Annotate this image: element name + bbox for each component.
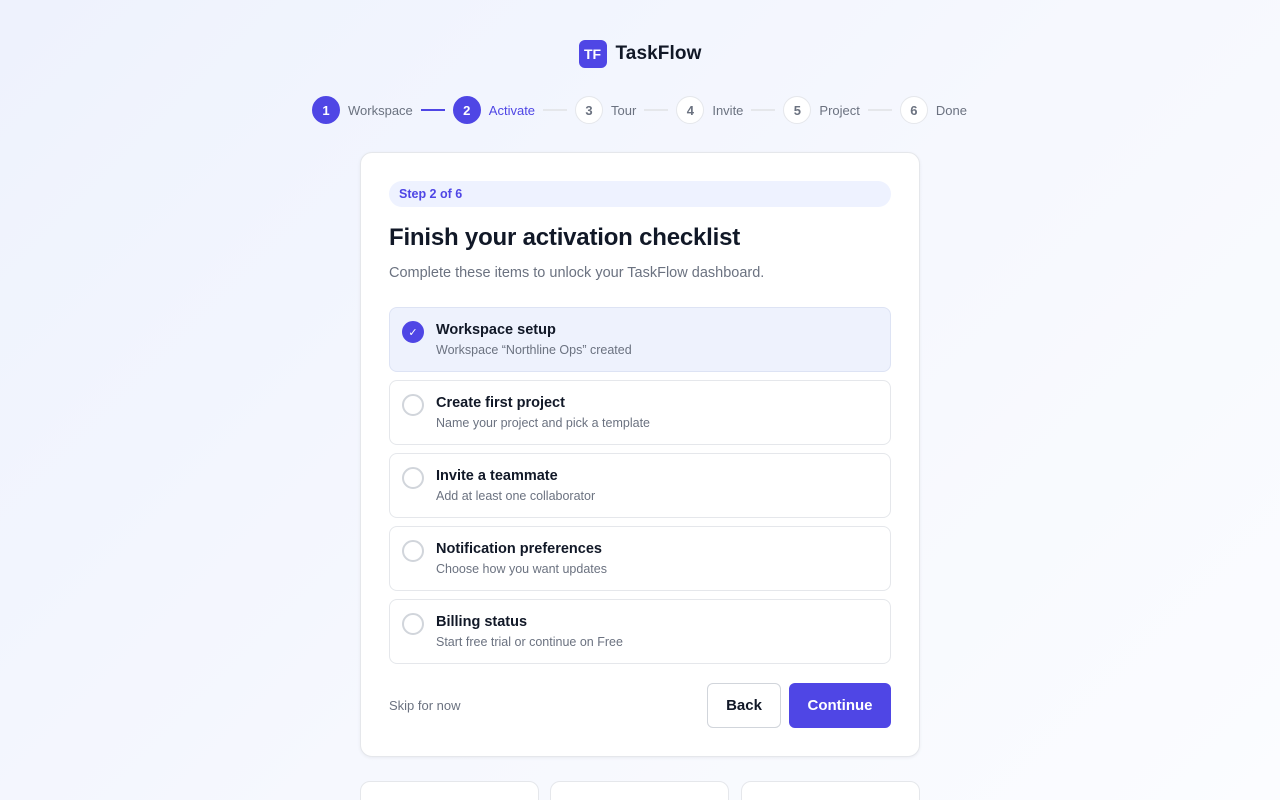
checklist-item-description: Choose how you want updates: [436, 562, 607, 576]
checklist-item-billing-status[interactable]: Billing status Start free trial or conti…: [389, 599, 891, 664]
step-number: 5: [783, 96, 812, 124]
step-tour[interactable]: 3 Tour: [575, 96, 636, 124]
checkmark-icon[interactable]: ✓: [402, 321, 424, 343]
step-project[interactable]: 5 Project: [783, 96, 860, 124]
checklist-item-title: Billing status: [436, 614, 528, 630]
checklist-item-notification-preferences[interactable]: Notification preferences Choose how you …: [389, 526, 891, 591]
step-connector: [867, 109, 892, 111]
step-connector: [543, 109, 568, 111]
step-label: Workspace: [348, 102, 413, 118]
checklist-item-title: Invite a teammate: [436, 468, 558, 484]
step-label: Done: [935, 102, 967, 118]
step-connector: [420, 109, 445, 111]
brand-logo: TF: [578, 40, 607, 68]
activation-card: Step 2 of 6 Finish your activation check…: [360, 152, 920, 757]
checklist-item-create-project[interactable]: Create first project Name your project a…: [389, 380, 891, 445]
checklist-item-invite-teammate[interactable]: Invite a teammate Add at least one colla…: [389, 453, 891, 518]
step-badge: Step 2 of 6: [389, 181, 891, 207]
checklist-item-description: Start free trial or continue on Free: [436, 635, 623, 649]
empty-circle-icon[interactable]: [402, 394, 424, 416]
page-title: Finish your activation checklist: [389, 224, 741, 251]
step-activate[interactable]: 2 Activate: [452, 96, 536, 124]
step-number: 1: [312, 96, 340, 124]
step-number: 6: [899, 96, 928, 124]
step-label: Invite: [712, 102, 744, 118]
empty-circle-icon[interactable]: [402, 467, 424, 489]
step-number: 2: [452, 96, 481, 124]
skip-link[interactable]: Skip for now: [389, 698, 461, 713]
step-number: 3: [575, 96, 604, 124]
progress-stepper: 1 Workspace 2 Activate 3 Tour 4 Invite 5…: [312, 96, 967, 124]
step-label: Tour: [611, 102, 637, 118]
checklist-item-description: Workspace “Northline Ops” created: [436, 343, 632, 357]
checklist-item-title: Notification preferences: [436, 541, 602, 557]
back-button[interactable]: Back: [707, 683, 781, 728]
checklist-item-description: Add at least one collaborator: [436, 489, 596, 503]
checklist-item-title: Create first project: [436, 395, 565, 411]
step-connector: [751, 109, 776, 111]
brand-header: TF TaskFlow: [0, 40, 1280, 68]
empty-circle-icon[interactable]: [402, 613, 424, 635]
step-workspace[interactable]: 1 Workspace: [312, 96, 413, 124]
continue-button[interactable]: Continue: [789, 683, 891, 728]
page-subtitle: Complete these items to unlock your Task…: [389, 265, 765, 281]
step-invite[interactable]: 4 Invite: [676, 96, 743, 124]
secondary-card: [741, 781, 920, 800]
activation-checklist: ✓ Workspace setup Workspace “Northline O…: [389, 307, 891, 664]
step-connector: [644, 109, 669, 111]
step-label: Project: [819, 102, 860, 118]
step-number: 4: [676, 96, 705, 124]
brand-name: TaskFlow: [615, 43, 702, 64]
secondary-card: [550, 781, 729, 800]
step-done[interactable]: 6 Done: [899, 96, 967, 124]
checklist-item-description: Name your project and pick a template: [436, 416, 650, 430]
checklist-item-workspace-setup[interactable]: ✓ Workspace setup Workspace “Northline O…: [389, 307, 891, 372]
checklist-item-title: Workspace setup: [436, 322, 556, 338]
secondary-card: [360, 781, 539, 800]
step-label: Activate: [488, 102, 536, 118]
card-footer: Skip for now Back Continue: [389, 683, 891, 728]
empty-circle-icon[interactable]: [402, 540, 424, 562]
